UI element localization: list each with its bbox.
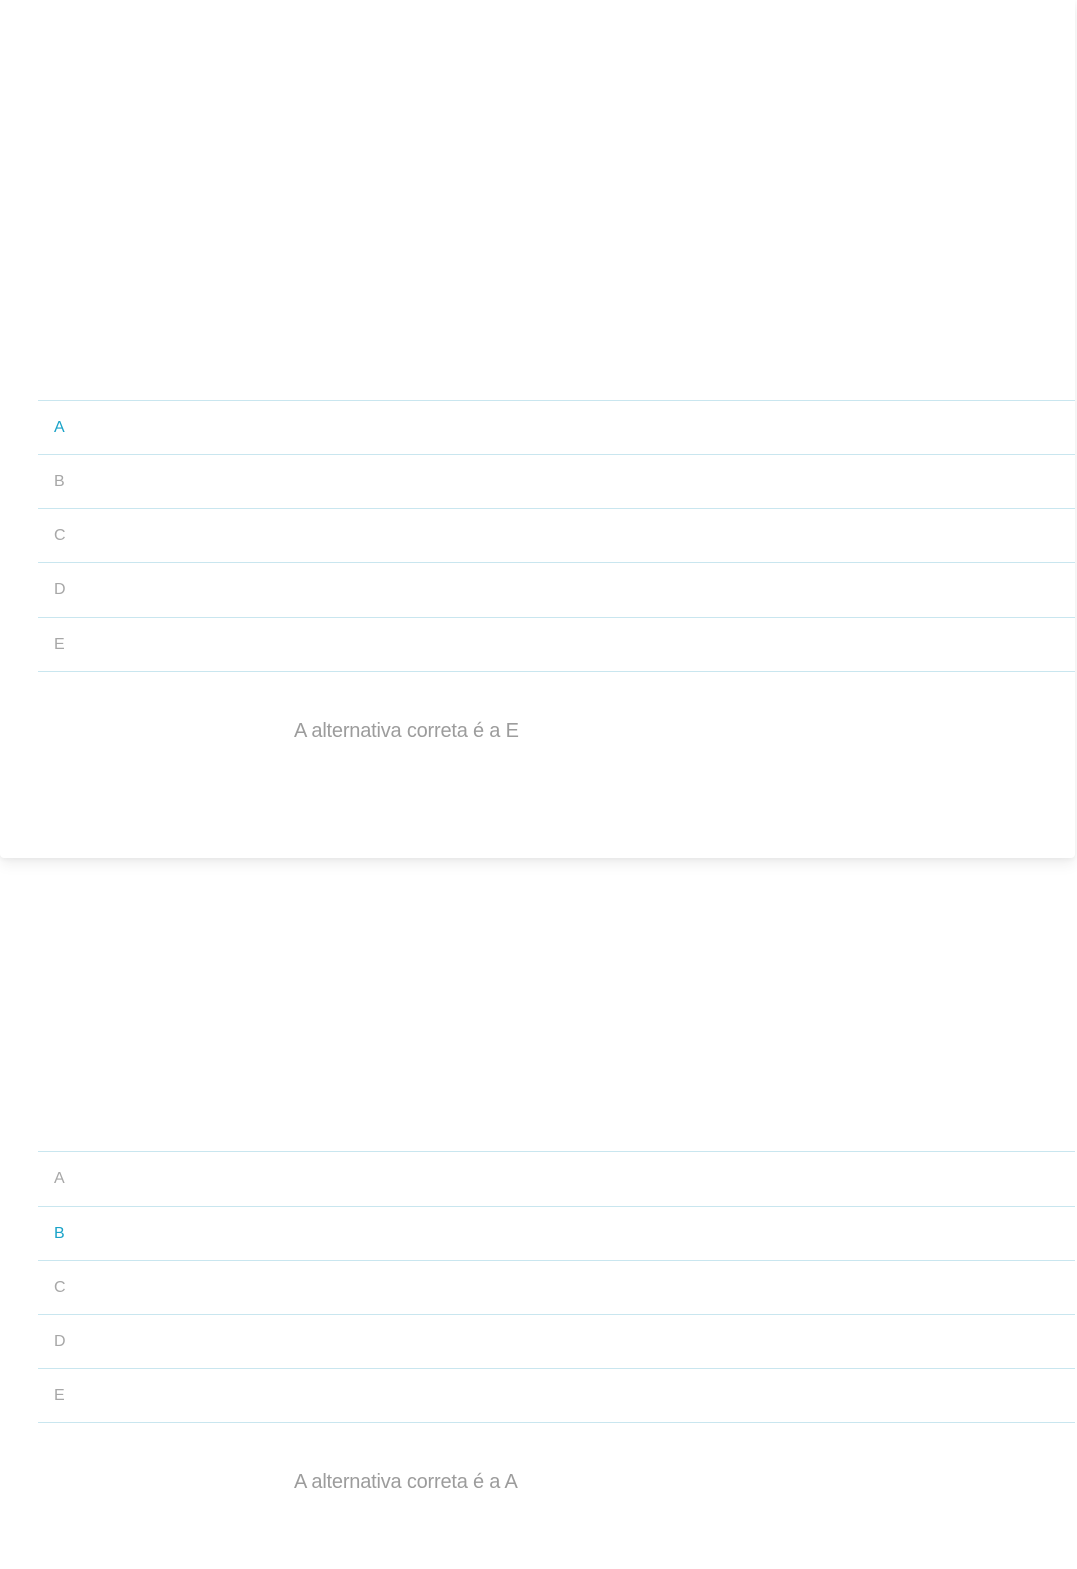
option-letter: C [54,526,66,544]
option-d[interactable]: D [38,563,1075,618]
option-e[interactable]: E [38,1369,1075,1423]
option-letter: B [54,472,65,490]
option-letter: A [54,1170,65,1187]
correct-answer-text: A alternativa correta é a A [294,1471,518,1493]
options-list: A B C D E [38,1151,1075,1423]
option-a[interactable]: A [38,401,1075,455]
options-list: A B C D E [38,400,1075,672]
option-c[interactable]: C [38,1261,1075,1315]
option-letter: A [54,418,65,436]
option-letter: D [54,581,66,598]
option-letter: D [54,1332,66,1350]
option-letter: E [54,1386,65,1404]
option-a[interactable]: A [38,1152,1075,1207]
correct-answer-text: A alternativa correta é a E [294,720,519,742]
option-b[interactable]: B [38,1207,1075,1261]
option-e[interactable]: E [38,618,1075,672]
option-b[interactable]: B [38,455,1075,509]
option-c[interactable]: C [38,509,1075,563]
question-card-1: A B C D E A alternativa correta é a E [0,0,1075,858]
option-d[interactable]: D [38,1315,1075,1369]
option-letter: B [54,1224,65,1242]
option-letter: C [54,1278,66,1296]
question-card-2: A B C D E A alternativa correta é a A [0,900,1075,1569]
option-letter: E [54,635,65,653]
